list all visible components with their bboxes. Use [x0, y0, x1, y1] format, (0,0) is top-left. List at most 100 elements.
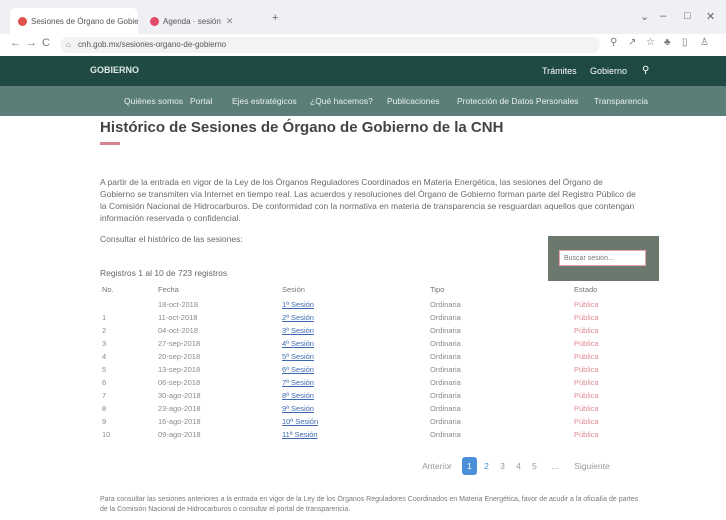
extension-icon[interactable]: ♣: [664, 37, 671, 48]
pagination-next[interactable]: Siguiente: [570, 457, 614, 475]
row-number: 9: [102, 417, 107, 426]
page-title: Histórico de Sesiones de Órgano de Gobie…: [100, 119, 504, 136]
site-search-icon[interactable]: ⚲: [642, 56, 649, 86]
nav-portal[interactable]: Portal: [190, 86, 212, 116]
row-status: Pública: [574, 313, 599, 322]
row-type: Ordinaria: [430, 365, 461, 374]
row-type: Ordinaria: [430, 313, 461, 322]
session-link[interactable]: 4ª Sesión: [282, 339, 314, 348]
column-header-status[interactable]: Estado: [574, 285, 597, 294]
page-4[interactable]: 4: [512, 457, 525, 475]
row-status: Pública: [574, 404, 599, 413]
share-icon[interactable]: ↗: [628, 37, 636, 48]
row-type: Ordinaria: [430, 352, 461, 361]
consult-label: Consultar el histórico de las sesiones:: [100, 234, 243, 244]
row-number: 4: [102, 352, 107, 361]
page-2[interactable]: 2: [480, 457, 493, 475]
nav-ejes[interactable]: Ejes estratégicos: [232, 86, 297, 116]
row-number: 6: [102, 378, 107, 387]
column-header-date[interactable]: Fecha: [158, 285, 179, 294]
row-status: Pública: [574, 417, 599, 426]
table-header-row: No. Fecha Sesión Tipo Estado: [100, 285, 660, 300]
table-row: 1 11-oct-2018 2ª Sesión Ordinaria Pública: [100, 313, 660, 326]
tab-sesiones[interactable]: Sesiones de Órgano de Gobier...✕: [10, 8, 138, 34]
bookmark-star-icon[interactable]: ☆: [646, 37, 655, 48]
maximize-button[interactable]: □: [684, 10, 691, 22]
intro-paragraph: A partir de la entrada en vigor de la Le…: [100, 177, 636, 223]
session-link[interactable]: 10ª Sesión: [282, 417, 318, 426]
session-link[interactable]: 7ª Sesión: [282, 378, 314, 387]
page-5[interactable]: 5: [528, 457, 541, 475]
table-body: 18-oct-2018 1ª Sesión Ordinaria Pública 1 11-…: [100, 300, 660, 443]
row-date: 06-sep-2018: [158, 378, 201, 387]
table-row: 8 23-ago-2018 9ª Sesión Ordinaria Pública: [100, 404, 660, 417]
nav-proteccion-datos[interactable]: Protección de Datos Personales: [457, 86, 578, 116]
footnote: Para consultar las sesiones anteriores a…: [100, 496, 639, 513]
close-tab-icon[interactable]: ✕: [226, 16, 234, 26]
row-status: Pública: [574, 339, 599, 348]
table-row: 3 27-sep-2018 4ª Sesión Ordinaria Pública: [100, 339, 660, 352]
row-type: Ordinaria: [430, 391, 461, 400]
tab-agenda[interactable]: Agenda · sesión ✕: [142, 8, 262, 34]
nav-quienes-somos[interactable]: Quiénes somos: [124, 86, 183, 116]
row-status: Pública: [574, 430, 599, 439]
table-row: 2 04-oct-2018 3ª Sesión Ordinaria Pública: [100, 326, 660, 339]
pagination-previous[interactable]: Anterior: [420, 457, 454, 475]
link-tramites[interactable]: Trámites: [542, 56, 577, 86]
row-number: 10: [102, 430, 111, 439]
row-date: 30-ago-2018: [158, 391, 201, 400]
favicon-icon: [18, 17, 27, 27]
nav-publicaciones[interactable]: Publicaciones: [387, 86, 439, 116]
session-link[interactable]: 3ª Sesión: [282, 326, 314, 335]
tab-label: Agenda · sesión: [163, 17, 221, 26]
row-number: 2: [102, 326, 107, 335]
nav-transparencia[interactable]: Transparencia: [594, 86, 648, 116]
row-date: 11-oct-2018: [158, 313, 198, 322]
profile-icon[interactable]: ♙: [700, 37, 709, 48]
row-status: Pública: [574, 326, 599, 335]
records-count: Registros 1 al 10 de 723 registros: [100, 268, 228, 278]
session-link[interactable]: 9ª Sesión: [282, 404, 314, 413]
page-1[interactable]: 1: [462, 457, 477, 475]
back-button[interactable]: ←: [10, 37, 21, 49]
favicon-icon: [150, 17, 159, 27]
session-link[interactable]: 2ª Sesión: [282, 313, 314, 322]
row-number: 3: [102, 339, 107, 348]
address-bar[interactable]: ⌂ cnh.gob.mx/sesiones-organo-de-gobierno: [60, 37, 600, 53]
row-status: Pública: [574, 300, 599, 309]
row-number: 5: [102, 365, 107, 374]
site-logo[interactable]: GOBIERNO: [90, 65, 139, 75]
session-link[interactable]: 5ª Sesión: [282, 352, 314, 361]
nav-que-hacemos[interactable]: ¿Qué hacemos?: [310, 86, 373, 116]
row-number: 7: [102, 391, 107, 400]
browser-toolbar: ← → C ⌂ cnh.gob.mx/sesiones-organo-de-go…: [0, 34, 726, 57]
new-tab-button[interactable]: +: [272, 12, 278, 24]
session-link[interactable]: 8ª Sesión: [282, 391, 314, 400]
session-link[interactable]: 1ª Sesión: [282, 300, 314, 309]
minimize-button[interactable]: –: [660, 10, 666, 22]
forward-button[interactable]: →: [26, 37, 37, 49]
row-type: Ordinaria: [430, 404, 461, 413]
table-row: 10 09-ago-2018 11ª Sesión Ordinaria Pública: [100, 430, 660, 443]
session-link[interactable]: 6ª Sesión: [282, 365, 314, 374]
column-header-session[interactable]: Sesión: [282, 285, 305, 294]
tab-label: Sesiones de Órgano de Gobier...: [31, 17, 138, 26]
column-header-number[interactable]: No.: [102, 285, 114, 294]
session-link[interactable]: 11ª Sesión: [282, 430, 318, 439]
page-3[interactable]: 3: [496, 457, 509, 475]
column-header-type[interactable]: Tipo: [430, 285, 444, 294]
tab-search-icon[interactable]: ⌄: [640, 10, 649, 23]
search-panel: [548, 236, 659, 281]
zoom-icon[interactable]: ⚲: [610, 37, 617, 48]
close-window-button[interactable]: ✕: [706, 10, 715, 23]
row-date: 13-sep-2018: [158, 365, 201, 374]
reload-button[interactable]: C: [42, 37, 50, 49]
site-nav: Quiénes somos Portal Ejes estratégicos ¿…: [0, 86, 726, 116]
row-type: Ordinaria: [430, 339, 461, 348]
search-input[interactable]: [559, 250, 646, 266]
sidebar-icon[interactable]: ▯: [682, 37, 688, 48]
row-type: Ordinaria: [430, 417, 461, 426]
table-row: 4 20-sep-2018 5ª Sesión Ordinaria Pública: [100, 352, 660, 365]
row-date: 23-ago-2018: [158, 404, 201, 413]
link-gobierno[interactable]: Gobierno: [590, 56, 627, 86]
